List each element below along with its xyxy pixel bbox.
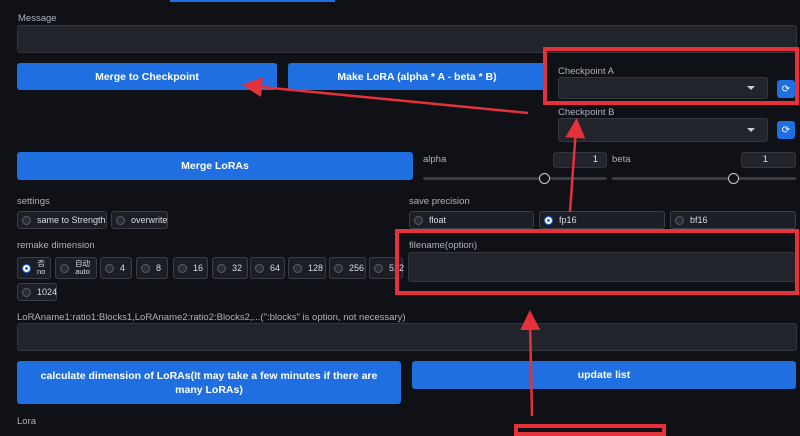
checkpoint-b-dropdown[interactable] <box>558 118 768 142</box>
radio-icon <box>334 263 343 273</box>
dimension-option-no[interactable]: 否 no <box>17 257 51 279</box>
refresh-checkpoint-a-icon[interactable]: ⟳ <box>777 80 795 98</box>
chevron-down-icon <box>747 128 755 132</box>
arrow-to-merge-checkpoint <box>242 77 529 115</box>
dimension-option-1024[interactable]: 1024 <box>17 283 57 301</box>
radio-icon <box>22 287 31 297</box>
save-precision-label: save precision <box>409 196 470 207</box>
alpha-slider-track[interactable] <box>423 177 607 180</box>
make-lora-button[interactable]: Make LoRA (alpha * A - beta * B) <box>288 63 546 90</box>
beta-slider-track[interactable] <box>612 177 796 180</box>
settings-label: settings <box>17 196 50 207</box>
message-label: Message <box>18 13 57 24</box>
radio-selected-icon <box>22 263 31 273</box>
dimension-option-16[interactable]: 16 <box>173 257 208 279</box>
filename-label: filename(option) <box>409 240 478 251</box>
message-field[interactable] <box>17 25 797 53</box>
settings-option-overwrite[interactable]: overwrite <box>111 211 168 229</box>
calculate-dimension-button[interactable]: calculate dimension of LoRAs(It may take… <box>17 361 401 404</box>
checkpoint-b-label: Checkpoint B <box>558 107 615 118</box>
dimension-option-8[interactable]: 8 <box>136 257 168 279</box>
settings-option-same-to-strength[interactable]: same to Strength <box>17 211 107 229</box>
dimension-option-32[interactable]: 32 <box>212 257 248 279</box>
lora-label: Lora <box>17 416 37 427</box>
filename-input[interactable] <box>408 252 796 282</box>
beta-label: beta <box>612 154 631 165</box>
radio-icon <box>60 263 69 273</box>
dimension-option-64[interactable]: 64 <box>250 257 285 279</box>
alpha-number-input[interactable]: 1 <box>553 152 607 168</box>
alpha-value: 1 <box>592 154 598 165</box>
lora-spec-input[interactable] <box>17 323 797 351</box>
update-list-button[interactable]: update list <box>412 361 796 389</box>
refresh-checkpoint-b-icon[interactable]: ⟳ <box>777 121 795 139</box>
dimension-option-128[interactable]: 128 <box>288 257 326 279</box>
radio-icon <box>293 263 302 273</box>
merge-to-checkpoint-button[interactable]: Merge to Checkpoint <box>17 63 277 90</box>
radio-icon <box>141 263 150 273</box>
dimension-option-4[interactable]: 4 <box>100 257 132 279</box>
alpha-label: alpha <box>423 154 447 165</box>
beta-value: 1 <box>762 154 768 165</box>
merge-loras-button[interactable]: Merge LoRAs <box>17 152 413 180</box>
radio-icon <box>22 215 31 225</box>
dimension-option-512[interactable]: 512 <box>369 257 404 279</box>
radio-icon <box>116 215 125 225</box>
precision-option-fp16[interactable]: fp16 <box>539 211 665 229</box>
radio-icon <box>217 263 226 273</box>
checkpoint-a-label: Checkpoint A <box>558 66 614 77</box>
beta-number-input[interactable]: 1 <box>741 152 796 168</box>
radio-icon <box>414 215 423 225</box>
lora-spec-label: LoRAname1:ratio1:Blocks1,LoRAname2:ratio… <box>17 312 406 323</box>
radio-icon <box>105 263 114 273</box>
beta-slider-thumb[interactable] <box>728 173 739 184</box>
alpha-slider-thumb[interactable] <box>539 173 550 184</box>
radio-icon <box>178 263 187 273</box>
annotation-box-bottom <box>514 424 666 436</box>
remake-dimension-label: remake dimension <box>17 240 95 251</box>
radio-icon <box>675 215 684 225</box>
radio-icon <box>374 263 383 273</box>
active-tab-indicator <box>170 0 335 2</box>
radio-icon <box>255 263 264 273</box>
checkpoint-a-dropdown[interactable] <box>558 77 768 99</box>
precision-option-float[interactable]: float <box>409 211 534 229</box>
dimension-option-auto[interactable]: 自动 auto <box>55 257 97 279</box>
radio-selected-icon <box>544 215 553 225</box>
chevron-down-icon <box>747 86 755 90</box>
dimension-option-256[interactable]: 256 <box>329 257 366 279</box>
precision-option-bf16[interactable]: bf16 <box>670 211 796 229</box>
